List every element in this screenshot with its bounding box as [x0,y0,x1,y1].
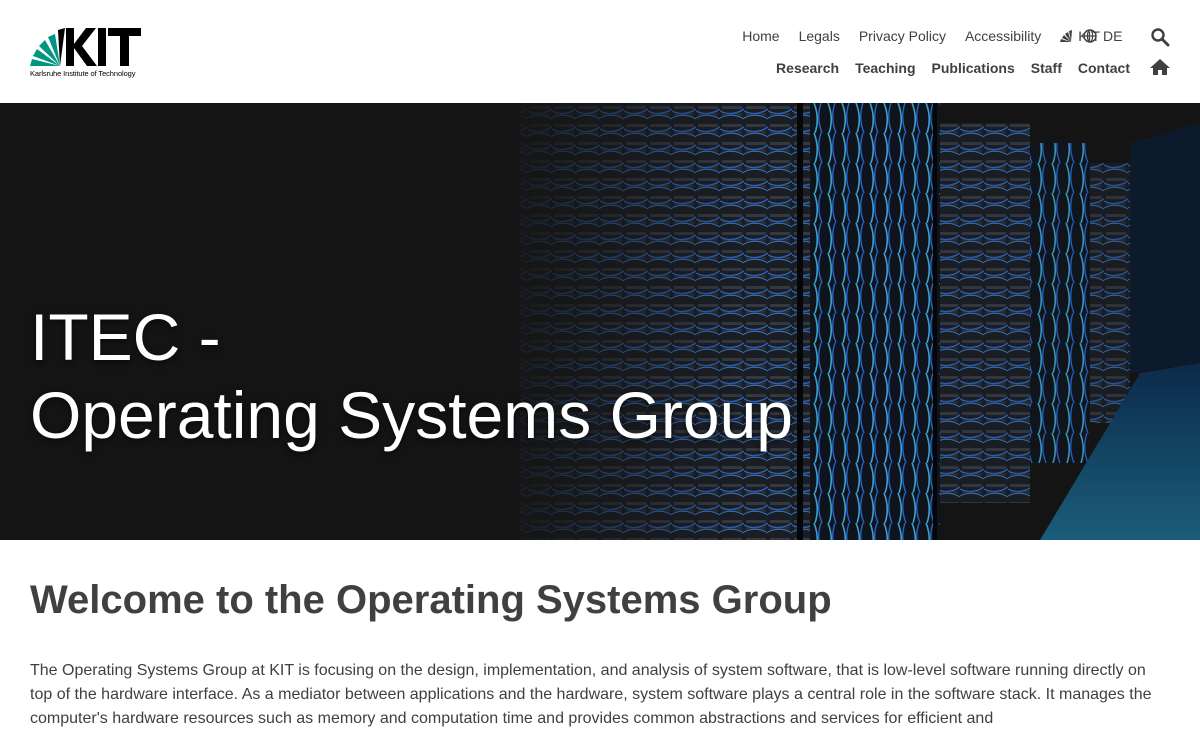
main-nav-contact[interactable]: Contact [1078,60,1130,76]
main-nav-publications[interactable]: Publications [932,60,1015,76]
home-icon [1150,59,1170,75]
kit-logo[interactable]: Karlsruhe Institute of Technology [30,26,145,78]
site-header: Karlsruhe Institute of Technology Home L… [0,0,1200,103]
meta-nav-accessibility[interactable]: Accessibility [965,28,1041,44]
meta-navigation: Home Legals Privacy Policy Accessibility… [723,28,1100,44]
search-button[interactable] [1150,27,1170,47]
home-button[interactable] [1150,58,1170,78]
main-nav-research[interactable]: Research [776,60,839,76]
meta-nav-legals[interactable]: Legals [799,28,840,44]
globe-icon [1083,29,1097,43]
logo-subtitle: Karlsruhe Institute of Technology [30,69,136,78]
main-content: Welcome to the Operating Systems Group T… [30,540,1170,731]
kit-logo-mark [30,28,141,66]
main-nav-staff[interactable]: Staff [1031,60,1062,76]
meta-nav-home[interactable]: Home [742,28,779,44]
main-nav-teaching[interactable]: Teaching [855,60,915,76]
hero-banner: ITEC - Operating Systems Group [0,103,1200,540]
hero-title: ITEC - Operating Systems Group [30,298,793,454]
main-navigation: Research Teaching Publications Staff Con… [760,60,1130,76]
hero-title-line2: Operating Systems Group [30,378,793,452]
language-label: DE [1103,28,1123,44]
search-icon [1151,28,1170,47]
page-heading: Welcome to the Operating Systems Group [30,578,832,622]
kit-signet-icon [1060,30,1073,42]
hero-title-line1: ITEC - [30,300,221,374]
language-switch[interactable]: DE [1083,28,1122,44]
intro-paragraph: The Operating Systems Group at KIT is fo… [30,662,1152,727]
meta-nav-privacy-policy[interactable]: Privacy Policy [859,28,946,44]
